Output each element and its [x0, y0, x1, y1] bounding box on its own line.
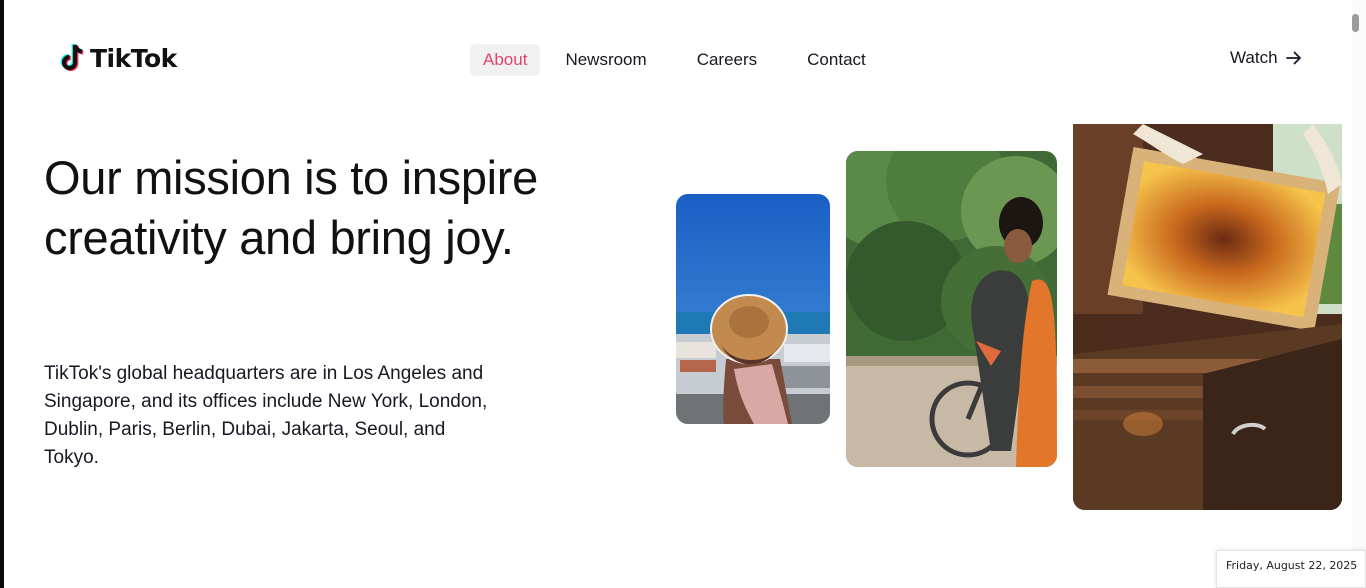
nav-item-about[interactable]: About — [470, 44, 541, 76]
arrow-right-icon — [1285, 51, 1301, 65]
nav-item-contact[interactable]: Contact — [794, 44, 879, 76]
hero-headline: Our mission is to inspire creativity and… — [44, 151, 538, 264]
woman-bicycle-image — [846, 151, 1057, 467]
tiktok-note-icon — [60, 43, 84, 72]
main-nav: About Newsroom Careers Contact — [470, 44, 891, 76]
tiktok-logo[interactable]: TikTok — [60, 43, 177, 73]
nav-item-careers[interactable]: Careers — [684, 44, 770, 76]
photo-beekeeper — [1073, 124, 1342, 510]
watch-link[interactable]: Watch — [1230, 48, 1302, 68]
woman-straw-hat-image — [676, 194, 830, 424]
watch-label: Watch — [1230, 48, 1278, 67]
photo-woman-bicycle — [846, 151, 1057, 467]
beekeeper-honeycomb-image — [1073, 124, 1342, 510]
nav-item-newsroom[interactable]: Newsroom — [552, 44, 659, 76]
photo-woman-straw-hat — [676, 194, 830, 424]
date-tooltip: Friday, August 22, 2025 — [1216, 550, 1366, 588]
brand-name: TikTok — [90, 43, 177, 73]
hero-description: TikTok's global headquarters are in Los … — [44, 363, 488, 468]
scrollbar-track[interactable] — [1352, 0, 1366, 588]
scrollbar-thumb[interactable] — [1352, 14, 1359, 32]
site-header: TikTok About Newsroom Careers Contact Wa… — [0, 0, 1366, 118]
